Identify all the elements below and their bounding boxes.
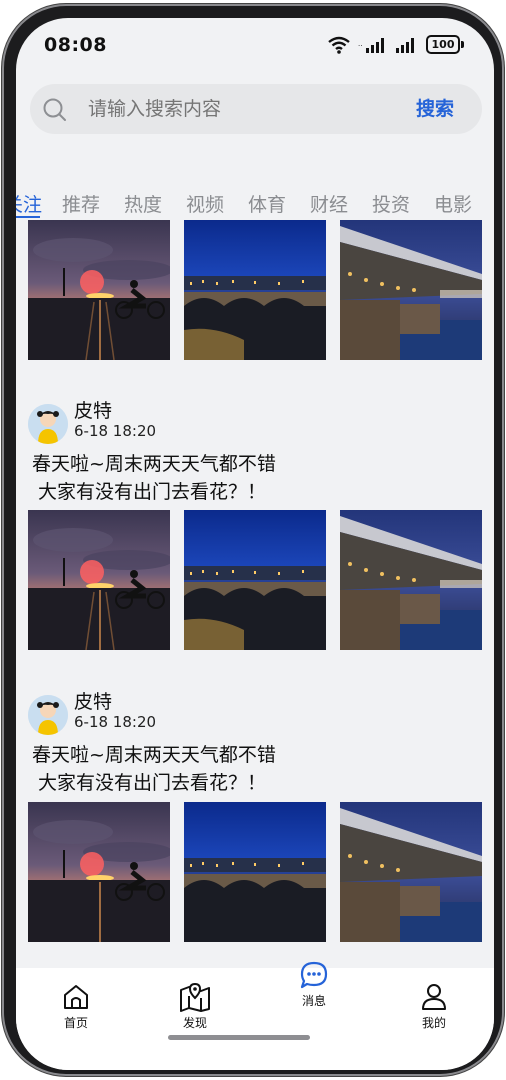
- map-icon: [180, 982, 210, 1012]
- avatar[interactable]: [28, 404, 68, 444]
- bottom-nav: 首页 发现 消息 我的: [16, 961, 494, 1070]
- post-text: 春天啦~周末两天天气都不错 大家有没有出门去看花？！: [32, 744, 276, 794]
- search-button[interactable]: 搜索: [416, 84, 454, 134]
- search-input[interactable]: [88, 84, 408, 134]
- post-time: 6-18 18:20: [74, 422, 157, 440]
- post-author[interactable]: 皮特: [74, 687, 112, 714]
- tab-recommend[interactable]: 推荐: [62, 190, 100, 217]
- tab-movie[interactable]: 电影: [434, 190, 472, 217]
- photo-row: [28, 802, 482, 942]
- status-time: 08:08: [44, 34, 107, 56]
- active-tab-indicator: [16, 216, 40, 218]
- tab-sports[interactable]: 体育: [248, 190, 286, 217]
- battery-level: 100: [426, 35, 460, 54]
- user-icon: [422, 984, 446, 1010]
- status-bar: 08:08 .. 100: [16, 18, 494, 74]
- sunset-cyclist-photo[interactable]: [28, 220, 170, 360]
- tab-invest[interactable]: 投资: [372, 190, 410, 217]
- tab-video[interactable]: 视频: [186, 190, 224, 217]
- wifi-icon: [328, 36, 350, 54]
- search-bar: 搜索: [30, 84, 482, 134]
- nav-messages[interactable]: 消息: [274, 960, 354, 1009]
- sunset-cyclist-photo[interactable]: [28, 510, 170, 650]
- phone-frame: 08:08 .. 100 请输入搜索内容 搜索 注 推荐 热度 视频 体育 财经…: [2, 4, 504, 1076]
- nav-discover-label: 发现: [182, 1016, 207, 1030]
- bridge-night-photo[interactable]: [184, 510, 326, 650]
- status-icons: .. 100: [328, 35, 464, 54]
- bridge-night-photo[interactable]: [184, 220, 326, 360]
- message-icon: [300, 961, 328, 989]
- photo-row: [28, 510, 482, 650]
- battery-icon: 100: [426, 35, 464, 54]
- nav-home[interactable]: 首页: [36, 982, 116, 1031]
- tab-follow[interactable]: 关注: [16, 190, 42, 217]
- bridge-river-photo[interactable]: [340, 802, 482, 942]
- search-icon: [43, 98, 66, 121]
- bridge-river-photo[interactable]: [340, 220, 482, 360]
- post-time: 6-18 18:20: [74, 713, 157, 731]
- nav-profile-label: 我的: [421, 1016, 446, 1030]
- nav-discover[interactable]: 发现: [155, 982, 235, 1031]
- signal-icon: [396, 37, 414, 53]
- bridge-river-photo[interactable]: [340, 510, 482, 650]
- photo-row: [28, 220, 482, 360]
- nav-profile[interactable]: 我的: [394, 982, 474, 1031]
- bridge-night-photo[interactable]: [184, 802, 326, 942]
- nav-messages-label: 消息: [301, 994, 326, 1008]
- tab-hot[interactable]: 热度: [124, 190, 162, 217]
- nav-home-label: 首页: [63, 1016, 88, 1030]
- home-icon: [64, 985, 88, 1009]
- signal-icon: ..: [358, 37, 384, 53]
- home-indicator[interactable]: [168, 1035, 310, 1040]
- avatar[interactable]: [28, 695, 68, 735]
- post-author[interactable]: 皮特: [74, 396, 112, 423]
- screen: 08:08 .. 100 请输入搜索内容 搜索 注 推荐 热度 视频 体育 财经…: [16, 18, 494, 1070]
- svg-text:..: ..: [358, 40, 362, 48]
- sunset-cyclist-photo[interactable]: [28, 802, 170, 942]
- feed: 皮特 6-18 18:20 春天啦~周末两天天气都不错 大家有没有出门去看花？！: [16, 220, 494, 970]
- post-text: 春天啦~周末两天天气都不错 大家有没有出门去看花？！: [32, 453, 276, 503]
- tab-finance[interactable]: 财经: [310, 190, 348, 217]
